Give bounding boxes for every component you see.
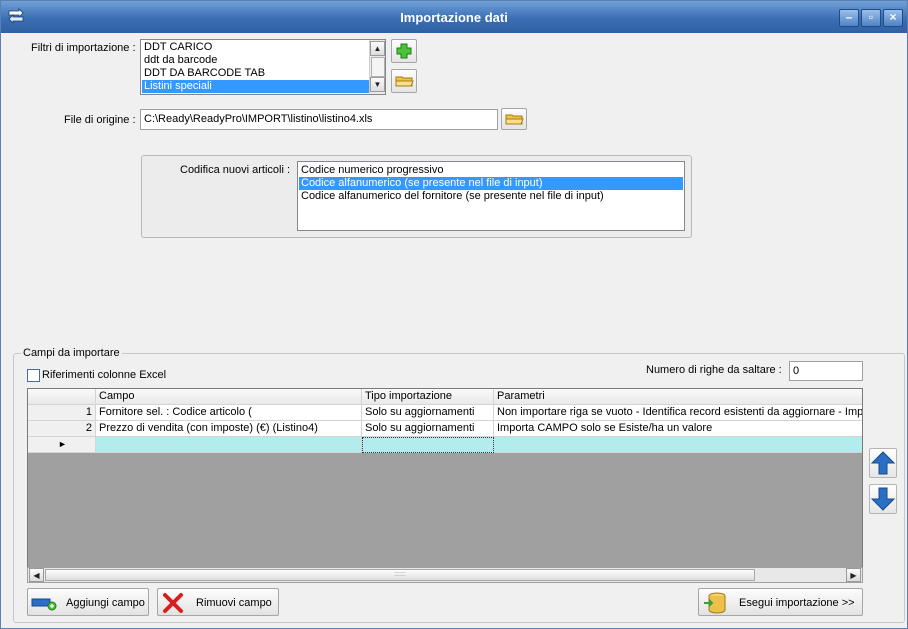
maximize-button[interactable]: ▫ (861, 9, 881, 27)
scroll-up-icon[interactable]: ▲ (370, 41, 385, 56)
table-row[interactable]: 2 Prezzo di vendita (con imposte) (€) (L… (28, 421, 862, 437)
add-field-button[interactable]: Aggiungi campo (27, 588, 149, 616)
cell-parametri[interactable]: Importa CAMPO solo se Esiste/ha un valor… (494, 421, 862, 437)
folder-open-icon (395, 76, 414, 87)
cell-tipo[interactable]: Solo su aggiornamenti (362, 421, 494, 437)
column-header-campo[interactable]: Campo (96, 389, 362, 405)
column-header-parametri[interactable]: Parametri (494, 389, 862, 405)
skip-rows-label: Numero di righe da saltare : (646, 364, 782, 376)
filter-list-item[interactable]: DDT CARICO (142, 41, 369, 54)
maximize-icon: ▫ (868, 10, 874, 24)
remove-field-label: Rimuovi campo (196, 597, 272, 609)
arrow-down-icon (870, 487, 896, 511)
grid-header-row: Campo Tipo importazione Parametri (28, 389, 862, 405)
row-number[interactable]: 1 (28, 405, 96, 421)
filters-listbox[interactable]: DDT CARICO ddt da barcode DDT DA BARCODE T… (140, 39, 386, 95)
encoding-option[interactable]: Codice alfanumerico (se presente nel fil… (299, 177, 683, 190)
new-row[interactable]: ► (28, 437, 862, 453)
grid-corner-cell (28, 389, 96, 405)
cell-campo[interactable]: Prezzo di vendita (con imposte) (€) (Lis… (96, 421, 362, 437)
filters-items: DDT CARICO ddt da barcode DDT DA BARCODE T… (142, 41, 369, 93)
grid-hscrollbar[interactable]: ◀ :::::: ▶ (27, 567, 863, 583)
cell-tipo[interactable]: Solo su aggiornamenti (362, 405, 494, 421)
column-header-tipo[interactable]: Tipo importazione (362, 389, 494, 405)
skip-rows-input[interactable]: 0 (789, 361, 863, 381)
move-up-button[interactable] (869, 448, 897, 478)
filters-label: Filtri di importazione : (31, 42, 136, 54)
new-cell-campo[interactable] (96, 437, 362, 453)
cell-campo[interactable]: Fornitore sel. : Codice articolo ( (96, 405, 362, 421)
scroll-thumb[interactable] (371, 57, 385, 77)
filter-list-item[interactable]: DDT DA BARCODE TAB (142, 67, 369, 80)
fields-grid: Campo Tipo importazione Parametri 1 Forn… (27, 388, 863, 568)
close-button[interactable]: × (883, 9, 903, 27)
database-import-icon (704, 592, 726, 614)
encoding-items: Codice numerico progressivo Codice alfanu… (299, 164, 683, 203)
table-row[interactable]: 1 Fornitore sel. : Codice articolo ( Sol… (28, 405, 862, 421)
filter-list-item[interactable]: ddt da barcode (142, 54, 369, 67)
encoding-label: Codifica nuovi articoli : (180, 164, 291, 176)
minimize-button[interactable]: – (839, 9, 859, 27)
add-field-label: Aggiungi campo (66, 597, 145, 609)
source-file-label: File di origine : (64, 114, 136, 126)
move-down-button[interactable] (869, 484, 897, 514)
scroll-down-icon[interactable]: ▼ (370, 77, 385, 92)
excel-refs-checkbox[interactable] (27, 369, 40, 382)
encoding-option[interactable]: Codice numerico progressivo (299, 164, 683, 177)
add-filter-button[interactable] (391, 39, 417, 63)
browse-file-button[interactable] (501, 108, 527, 130)
red-x-icon (163, 593, 183, 613)
excel-refs-label: Riferimenti colonne Excel (42, 369, 167, 381)
run-import-label: Esegui importazione >> (739, 597, 855, 609)
add-field-icon (31, 598, 57, 611)
arrow-up-icon (870, 451, 896, 475)
close-icon: × (889, 10, 897, 24)
encoding-listbox[interactable]: Codice numerico progressivo Codice alfanu… (297, 161, 685, 231)
fields-group-title: Campi da importare (21, 347, 122, 359)
encoding-option[interactable]: Codice alfanumerico del fornitore (se pr… (299, 190, 683, 203)
open-filter-button[interactable] (391, 69, 417, 93)
new-cell-tipo[interactable] (362, 437, 494, 453)
cell-parametri[interactable]: Non importare riga se vuoto - Identifica… (494, 405, 862, 421)
new-cell-parametri[interactable] (494, 437, 862, 453)
row-number[interactable]: 2 (28, 421, 96, 437)
run-import-button[interactable]: Esegui importazione >> (698, 588, 863, 616)
folder-open-icon (505, 114, 524, 125)
scroll-left-icon[interactable]: ◀ (29, 568, 44, 582)
filters-scrollbar[interactable]: ▲ ▼ (369, 40, 385, 94)
remove-field-button[interactable]: Rimuovi campo (157, 588, 279, 616)
title-bar: Importazione dati – ▫ × (1, 1, 907, 33)
new-row-marker-icon[interactable]: ► (28, 437, 96, 453)
scroll-right-icon[interactable]: ▶ (846, 568, 861, 582)
filter-list-item[interactable]: Listini speciali (142, 80, 369, 93)
hscroll-thumb[interactable]: :::::: (45, 569, 755, 581)
import-window: Importazione dati – ▫ × Filtri di import… (0, 0, 908, 629)
minimize-icon: – (845, 10, 853, 24)
window-title: Importazione dati (400, 10, 508, 25)
plus-icon (396, 43, 412, 59)
source-file-input[interactable]: C:\Ready\ReadyPro\IMPORT\listino\listino… (140, 109, 498, 130)
